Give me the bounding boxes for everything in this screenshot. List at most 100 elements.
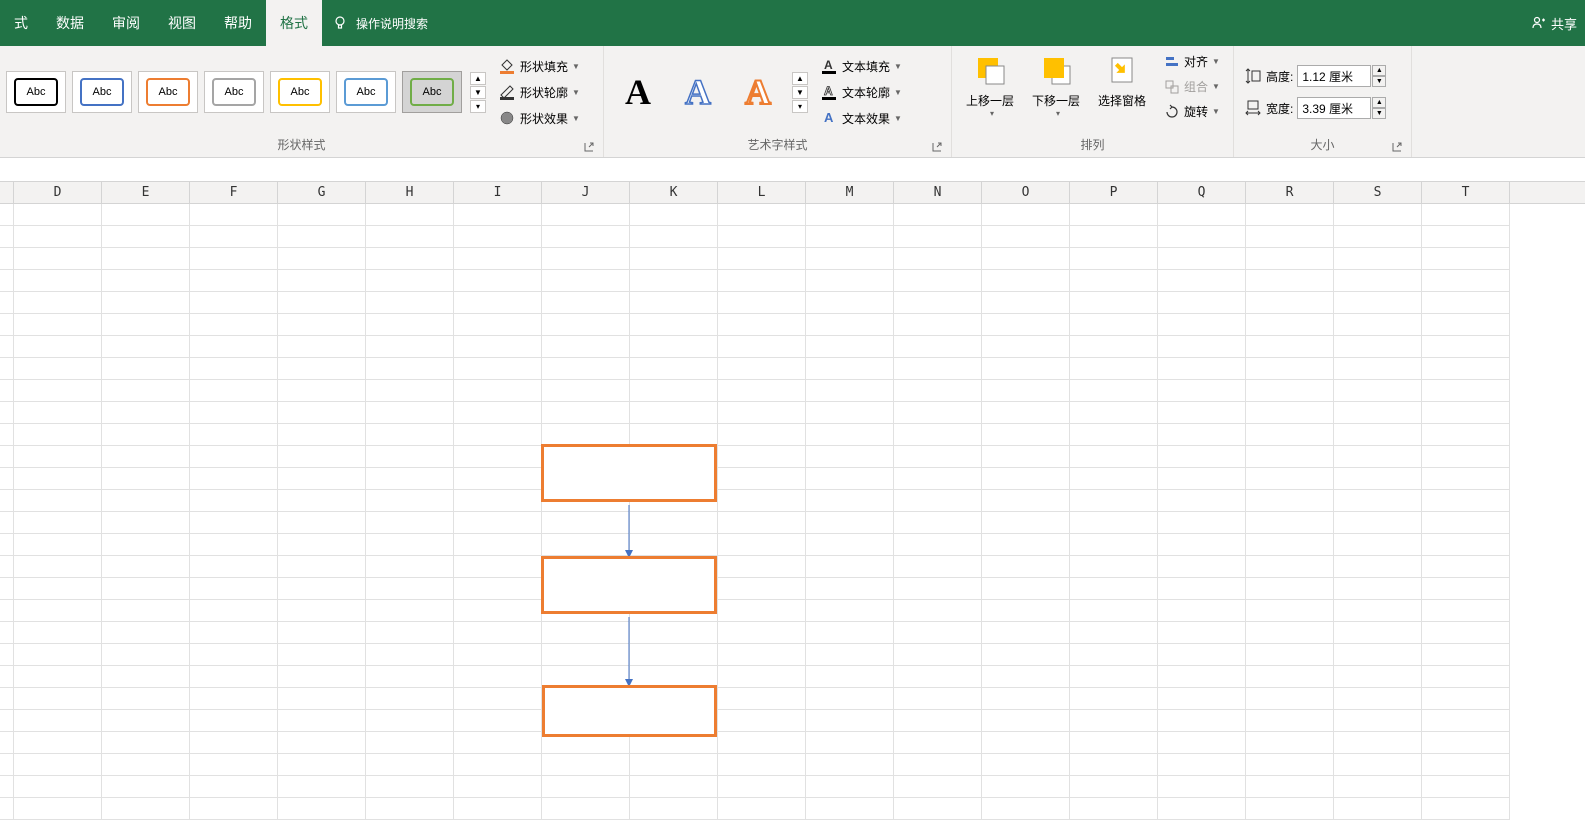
text-effects-button[interactable]: A 文本效果▼: [816, 107, 906, 129]
tell-me-search[interactable]: 操作说明搜索: [332, 15, 428, 32]
chevron-down-icon: ▼: [1212, 107, 1220, 116]
wordart-preset-1[interactable]: A: [670, 64, 726, 120]
wordart-scroll-up[interactable]: ▲: [792, 72, 808, 85]
text-options: A 文本填充▼ A 文本轮廓▼ A 文本效果▼: [816, 55, 906, 129]
shape-effects-button[interactable]: 形状效果▼: [494, 107, 584, 129]
shape-fill-button[interactable]: 形状填充▼: [494, 55, 584, 77]
formula-input[interactable]: [0, 158, 1585, 181]
text-fill-button[interactable]: A 文本填充▼: [816, 55, 906, 77]
shape-preset-2[interactable]: Abc: [138, 71, 198, 113]
shape-preset-1[interactable]: Abc: [72, 71, 132, 113]
dialog-launcher-icon[interactable]: [931, 141, 943, 153]
col-header-S[interactable]: S: [1334, 182, 1422, 203]
wordart-preset-2[interactable]: A: [730, 64, 786, 120]
svg-text:A: A: [824, 110, 834, 125]
menu-item-help[interactable]: 帮助: [210, 0, 266, 46]
shape-preset-3[interactable]: Abc: [204, 71, 264, 113]
col-header-J[interactable]: J: [542, 182, 630, 203]
height-icon: [1244, 67, 1262, 85]
chevron-down-icon: ▼: [894, 88, 902, 97]
height-spin-up[interactable]: ▲: [1372, 65, 1386, 76]
chevron-down-icon: ▾: [1056, 109, 1060, 118]
share-button[interactable]: 共享: [1531, 14, 1577, 33]
text-fill-icon: A: [820, 57, 838, 75]
col-header-N[interactable]: N: [894, 182, 982, 203]
width-row: 宽度: ▲ ▼: [1244, 97, 1386, 119]
bring-forward-button[interactable]: 上移一层 ▾: [958, 50, 1022, 120]
shape-preset-6[interactable]: Abc: [402, 71, 462, 113]
gallery-expand[interactable]: ▾: [470, 100, 486, 113]
width-spin-down[interactable]: ▼: [1372, 108, 1386, 119]
send-backward-icon: [1038, 52, 1074, 88]
align-button[interactable]: 对齐▼: [1160, 50, 1224, 73]
text-outline-icon: A: [820, 83, 838, 101]
menu-item-view[interactable]: 视图: [154, 0, 210, 46]
group-button[interactable]: 组合▼: [1160, 75, 1224, 98]
col-header-R[interactable]: R: [1246, 182, 1334, 203]
height-spin-down[interactable]: ▼: [1372, 76, 1386, 87]
width-label: 宽度:: [1266, 100, 1293, 117]
gallery-scroll-down[interactable]: ▼: [470, 86, 486, 99]
rotate-button[interactable]: 旋转▼: [1160, 100, 1224, 123]
col-header-M[interactable]: M: [806, 182, 894, 203]
menu-item-data[interactable]: 数据: [42, 0, 98, 46]
shape-preset-4[interactable]: Abc: [270, 71, 330, 113]
col-header-G[interactable]: G: [278, 182, 366, 203]
dialog-launcher-icon[interactable]: [1391, 141, 1403, 153]
flowchart-box-2[interactable]: [541, 556, 717, 614]
chevron-down-icon: ▼: [1212, 82, 1220, 91]
group-label-shape-styles: 形状样式: [6, 134, 597, 155]
col-header-L[interactable]: L: [718, 182, 806, 203]
col-header-O[interactable]: O: [982, 182, 1070, 203]
col-header-F[interactable]: F: [190, 182, 278, 203]
gallery-scrollbar: ▲ ▼ ▾: [470, 72, 486, 113]
shape-style-gallery: Abc Abc Abc Abc Abc Abc Abc ▲ ▼ ▾: [6, 71, 486, 113]
shape-outline-button[interactable]: 形状轮廓▼: [494, 81, 584, 103]
chevron-down-icon: ▼: [894, 62, 902, 71]
flowchart-box-1[interactable]: [541, 444, 717, 502]
bring-forward-icon: [972, 52, 1008, 88]
paint-bucket-icon: [498, 57, 516, 75]
flowchart-box-3[interactable]: [542, 685, 717, 737]
col-header-H[interactable]: H: [366, 182, 454, 203]
col-header-K[interactable]: K: [630, 182, 718, 203]
col-header-Q[interactable]: Q: [1158, 182, 1246, 203]
lightbulb-icon: [332, 15, 348, 31]
gallery-scroll-up[interactable]: ▲: [470, 72, 486, 85]
col-header-E[interactable]: E: [102, 182, 190, 203]
menu-item-format[interactable]: 格式: [266, 0, 322, 46]
share-label: 共享: [1551, 14, 1577, 33]
wordart-expand[interactable]: ▾: [792, 100, 808, 113]
grid[interactable]: [0, 204, 1585, 820]
selection-pane-button[interactable]: 选择窗格: [1090, 50, 1154, 111]
width-spin-up[interactable]: ▲: [1372, 97, 1386, 108]
group-label-wordart: 艺术字样式: [610, 134, 945, 155]
chevron-down-icon: ▼: [1212, 57, 1220, 66]
shape-preset-0[interactable]: Abc: [6, 71, 66, 113]
menu-item-review[interactable]: 审阅: [98, 0, 154, 46]
send-backward-button[interactable]: 下移一层 ▾: [1024, 50, 1088, 120]
group-label-size: 大小: [1240, 134, 1405, 155]
rotate-icon: [1164, 104, 1180, 120]
menu-item-formula-partial[interactable]: 式: [0, 0, 42, 46]
col-header-I[interactable]: I: [454, 182, 542, 203]
ribbon-group-wordart: A A A ▲ ▼ ▾ A 文本填充▼ A 文本轮廓▼: [604, 46, 952, 157]
text-outline-button[interactable]: A 文本轮廓▼: [816, 81, 906, 103]
dialog-launcher-icon[interactable]: [583, 141, 595, 153]
height-input[interactable]: [1297, 65, 1371, 87]
shape-preset-5[interactable]: Abc: [336, 71, 396, 113]
spreadsheet: DEFGHIJKLMNOPQRST: [0, 182, 1585, 820]
chevron-down-icon: ▼: [572, 62, 580, 71]
wordart-preset-0[interactable]: A: [610, 64, 666, 120]
flowchart-arrow-2[interactable]: [623, 617, 635, 687]
col-header-D[interactable]: D: [14, 182, 102, 203]
chevron-down-icon: ▼: [894, 114, 902, 123]
wordart-scroll-down[interactable]: ▼: [792, 86, 808, 99]
chevron-down-icon: ▼: [572, 114, 580, 123]
width-input[interactable]: [1297, 97, 1371, 119]
col-header-P[interactable]: P: [1070, 182, 1158, 203]
col-header-T[interactable]: T: [1422, 182, 1510, 203]
ribbon-group-shape-styles: Abc Abc Abc Abc Abc Abc Abc ▲ ▼ ▾ 形状填充▼: [0, 46, 604, 157]
flowchart-arrow-1[interactable]: [623, 505, 635, 558]
column-headers: DEFGHIJKLMNOPQRST: [0, 182, 1585, 204]
